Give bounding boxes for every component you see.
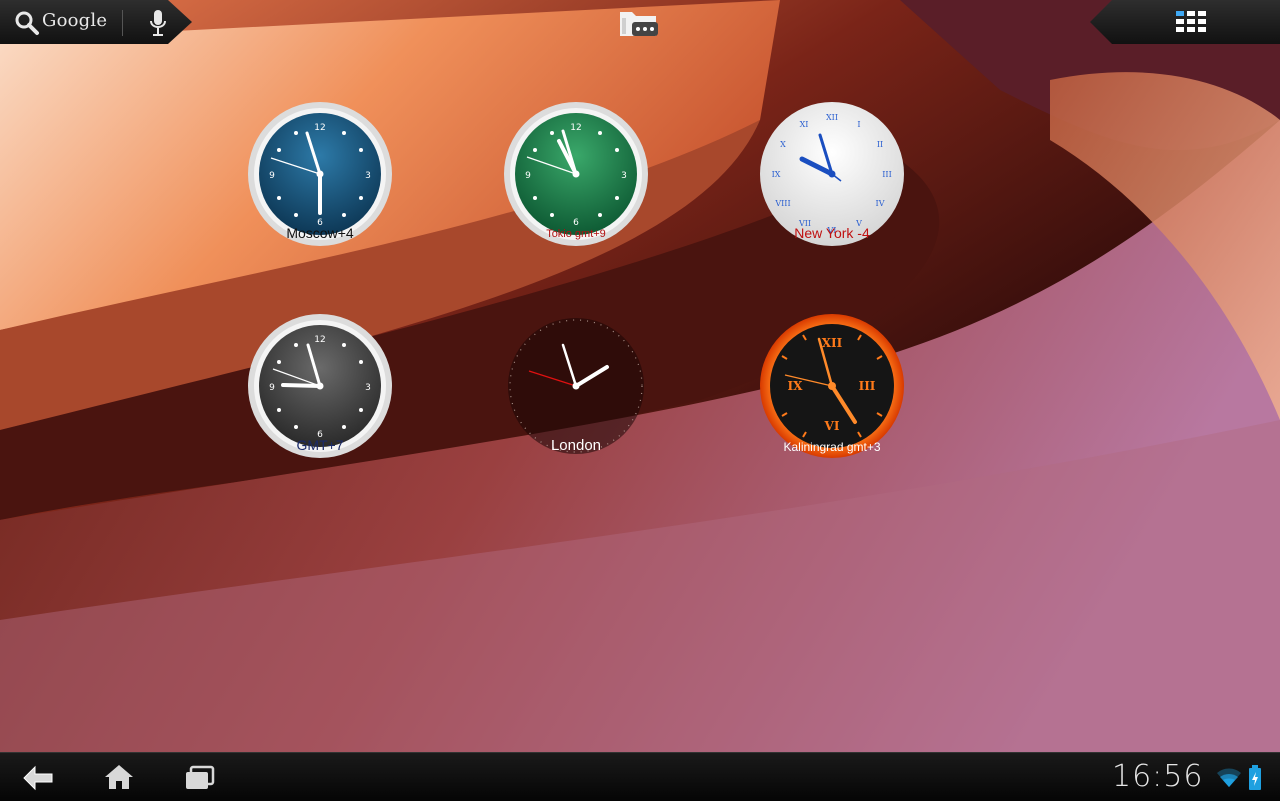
svg-text:12: 12: [314, 335, 325, 345]
clock-widget-moscow[interactable]: 12 3 6 9 Moscow+4: [247, 101, 393, 247]
svg-text:X: X: [780, 140, 786, 149]
clock-widget-tokio[interactable]: 12 3 6 9 Tokio gmt+9: [503, 101, 649, 247]
svg-text:VI: VI: [824, 419, 840, 433]
clock-label: Moscow+4: [286, 225, 354, 241]
clock-widget-kaliningrad[interactable]: XII III VI IX Kaliningrad gmt+3: [759, 313, 905, 459]
clock-label: New York -4: [794, 225, 870, 241]
svg-text:9: 9: [525, 171, 531, 181]
home-icon[interactable]: [103, 763, 135, 791]
svg-text:9: 9: [269, 383, 275, 393]
svg-text:3: 3: [365, 383, 371, 393]
svg-text:IX: IX: [788, 379, 804, 393]
google-search-label[interactable]: Google: [42, 10, 107, 31]
clock-label: GMT+7: [296, 437, 344, 453]
svg-text:12: 12: [314, 123, 325, 133]
back-icon[interactable]: [22, 765, 56, 791]
microphone-icon[interactable]: [148, 9, 168, 37]
clock-label: Tokio gmt+9: [546, 228, 606, 240]
svg-text:XII: XII: [826, 113, 838, 122]
clock-widget-gmt7[interactable]: 12 3 6 9 GMT+7: [247, 313, 393, 459]
svg-text:VIII: VIII: [774, 199, 790, 208]
svg-text:II: II: [877, 140, 883, 149]
svg-text:III: III: [859, 379, 876, 393]
search-icon[interactable]: [14, 10, 40, 36]
svg-text:IX: IX: [772, 170, 781, 179]
status-clock[interactable]: 16:56: [1112, 759, 1203, 794]
clock-label: London: [550, 437, 602, 454]
all-apps-button[interactable]: [1090, 0, 1280, 44]
top-bar: Google: [0, 0, 1280, 45]
clock-widget-new-york[interactable]: XII I II III IV V VI VII VIII IX X XI New York -…: [759, 101, 905, 247]
svg-text:I: I: [857, 120, 860, 129]
google-search-bar[interactable]: Google: [0, 0, 192, 44]
svg-text:3: 3: [621, 171, 627, 181]
svg-text:IV: IV: [876, 199, 885, 208]
analog-clock-face: 12 3 6 9: [504, 102, 648, 246]
wifi-icon[interactable]: [1216, 767, 1242, 789]
search-divider: [122, 10, 123, 36]
apps-grid-icon[interactable]: [1176, 11, 1208, 33]
svg-text:III: III: [882, 170, 891, 179]
svg-text:6: 6: [573, 218, 579, 228]
analog-clock-face: XII III VI IX: [760, 314, 904, 458]
clock-widget-london[interactable]: London: [503, 313, 649, 459]
battery-charging-icon[interactable]: [1248, 765, 1262, 791]
svg-text:3: 3: [365, 171, 371, 181]
svg-text:12: 12: [570, 123, 581, 133]
folder-icon[interactable]: [618, 6, 660, 40]
svg-text:9: 9: [269, 171, 275, 181]
clock-label: Kaliningrad gmt+3: [783, 440, 881, 454]
recent-apps-icon[interactable]: [184, 765, 216, 791]
svg-text:XII: XII: [822, 336, 843, 350]
system-nav-bar: 16:56: [0, 752, 1280, 801]
svg-text:XI: XI: [800, 120, 809, 129]
